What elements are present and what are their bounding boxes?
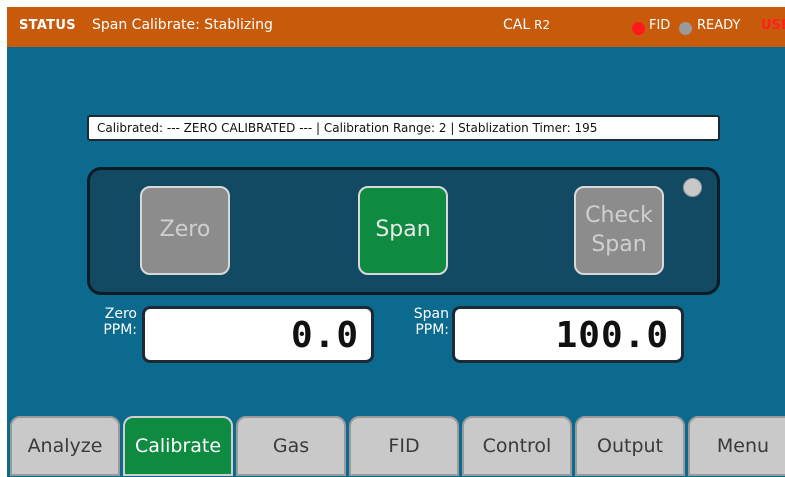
fid-status-dot-icon bbox=[632, 22, 645, 35]
tab-menu[interactable]: Menu bbox=[688, 416, 785, 476]
tab-gas[interactable]: Gas bbox=[236, 416, 346, 476]
span-ppm-display: 100.0 bbox=[452, 306, 684, 363]
zero-button[interactable]: Zero bbox=[140, 186, 230, 275]
tab-calibrate[interactable]: Calibrate bbox=[123, 416, 233, 476]
tab-output[interactable]: Output bbox=[575, 416, 685, 476]
cal-label: CAL bbox=[503, 17, 531, 33]
main-area: Calibrated: --- ZERO CALIBRATED --- | Ca… bbox=[7, 47, 785, 477]
panel-indicator-icon bbox=[683, 178, 702, 197]
calibration-panel: Zero Span Check Span bbox=[87, 167, 720, 295]
ready-status-dot-icon bbox=[679, 22, 692, 35]
status-bar: STATUS Span Calibrate: Stablizing CAL R2 … bbox=[7, 7, 785, 47]
tab-analyze[interactable]: Analyze bbox=[10, 416, 120, 476]
cal-range: R2 bbox=[534, 18, 551, 32]
zero-ppm-label: Zero PPM: bbox=[103, 306, 137, 339]
cal-indicator: CAL R2 bbox=[503, 17, 550, 33]
calibration-info-box: Calibrated: --- ZERO CALIBRATED --- | Ca… bbox=[87, 115, 720, 141]
check-span-button[interactable]: Check Span bbox=[574, 186, 664, 275]
user-status-label: USER bbox=[761, 18, 785, 33]
fid-status-label: FID bbox=[649, 18, 671, 33]
ready-status-label: READY bbox=[697, 18, 741, 33]
span-button[interactable]: Span bbox=[358, 186, 448, 275]
span-ppm-label: Span PPM: bbox=[413, 306, 449, 339]
tab-fid[interactable]: FID bbox=[349, 416, 459, 476]
bottom-tab-bar: Analyze Calibrate Gas FID Control Output… bbox=[7, 412, 785, 477]
status-message: Span Calibrate: Stablizing bbox=[92, 17, 273, 33]
tab-control[interactable]: Control bbox=[462, 416, 572, 476]
status-label: STATUS bbox=[19, 18, 76, 33]
zero-ppm-display: 0.0 bbox=[142, 306, 374, 363]
